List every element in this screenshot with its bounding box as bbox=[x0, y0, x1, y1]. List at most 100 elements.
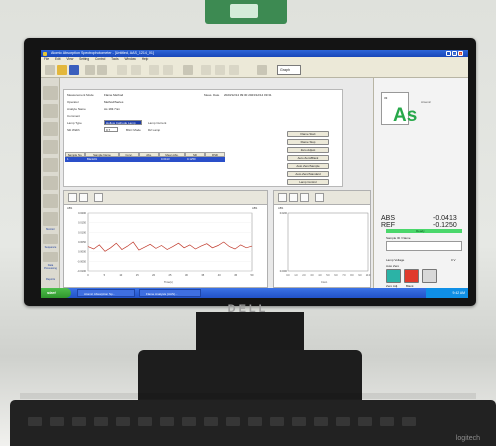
sidebar-button-parameters[interactable] bbox=[43, 86, 58, 100]
auto-zero-standard-button[interactable]: Auto Zero/Standard bbox=[287, 171, 329, 177]
blank-icon[interactable] bbox=[422, 269, 437, 283]
keyboard-key bbox=[50, 417, 64, 426]
x-tick-label: 50 bbox=[251, 273, 254, 277]
window-title: Atomic Absorption Spectrophotometer - [U… bbox=[51, 51, 154, 55]
x-tick-label: 5 bbox=[104, 273, 106, 277]
zoom-icon[interactable] bbox=[278, 193, 287, 202]
sidebar-button-samples[interactable] bbox=[43, 176, 58, 190]
menu-view[interactable]: View bbox=[66, 57, 73, 61]
y-tick-label: -0.0100 bbox=[77, 269, 86, 273]
menu-control[interactable]: Control bbox=[95, 57, 105, 61]
clock: 9:42 AM bbox=[452, 291, 465, 295]
table-cell[interactable] bbox=[119, 157, 159, 162]
print-icon[interactable] bbox=[85, 65, 95, 75]
x-tick-label: 4.0 bbox=[318, 275, 322, 277]
paste-icon[interactable] bbox=[131, 65, 141, 75]
x-tick-label: 20 bbox=[152, 273, 155, 277]
sidebar-button-flame[interactable] bbox=[43, 140, 58, 154]
print-preview-icon[interactable] bbox=[97, 65, 107, 75]
keyboard-key bbox=[72, 417, 86, 426]
keyboard-key bbox=[94, 417, 108, 426]
menu-tools[interactable]: Tools bbox=[111, 57, 118, 61]
x-tick-label: 5.0 bbox=[326, 275, 330, 277]
pan-icon[interactable] bbox=[79, 193, 88, 202]
y-tick-label: 0.0050 bbox=[78, 240, 86, 244]
save-icon[interactable] bbox=[69, 65, 79, 75]
monitor-icon[interactable] bbox=[257, 65, 267, 75]
new-file-icon[interactable] bbox=[45, 65, 55, 75]
lamp-type-input[interactable]: Hollow Cathode Lamp bbox=[104, 120, 142, 125]
sidebar-button-lamp[interactable] bbox=[43, 122, 58, 136]
sidebar-button-instrument[interactable] bbox=[43, 104, 58, 118]
flame-start-button[interactable]: Flame Start bbox=[287, 131, 329, 137]
menu-edit[interactable]: Edit bbox=[55, 57, 61, 61]
table-cell[interactable]: 0.1250 bbox=[185, 157, 225, 162]
y-tick-label: 0.0000 bbox=[78, 250, 86, 254]
auto-zero-sample-button[interactable]: Auto Zero/Sample bbox=[287, 163, 329, 169]
sidebar-button-results[interactable] bbox=[43, 194, 58, 208]
zero-adjust-button[interactable]: Zero Adjust bbox=[287, 147, 329, 153]
open-folder-icon[interactable] bbox=[57, 65, 67, 75]
auto-zero-label: Auto Zero bbox=[386, 264, 400, 268]
sidebar-item-sequence[interactable]: Sequence bbox=[42, 246, 59, 249]
zoom-icon[interactable] bbox=[68, 193, 77, 202]
keyboard-key bbox=[270, 417, 284, 426]
status-text: Ready bbox=[416, 229, 425, 233]
monitor-icon[interactable] bbox=[43, 234, 58, 244]
print-icon[interactable] bbox=[94, 193, 103, 202]
minimize-button[interactable]: _ bbox=[446, 51, 451, 56]
measure-icon[interactable] bbox=[183, 65, 193, 75]
plot-ylabel: ABS bbox=[67, 207, 73, 210]
flame-stop-button[interactable]: Flame Stop bbox=[287, 139, 329, 145]
redo-icon[interactable] bbox=[163, 65, 173, 75]
x-tick-label: 9.0 bbox=[358, 275, 362, 277]
slit-width-input[interactable]: 0.7 bbox=[104, 127, 118, 132]
y-tick-label: 0.0100 bbox=[78, 230, 86, 234]
fit-icon[interactable] bbox=[300, 193, 309, 202]
menu-setting[interactable]: Setting bbox=[79, 57, 89, 61]
x-tick-label: 0.0 bbox=[286, 275, 290, 277]
y-tick-label: -0.0050 bbox=[77, 259, 86, 263]
table-cell[interactable]: 1 bbox=[65, 157, 85, 162]
x-tick-label: 30 bbox=[185, 273, 188, 277]
taskbar-item[interactable]: Flame Analysis (AAS)... bbox=[139, 289, 201, 297]
sidebar-item-reports[interactable]: Reports bbox=[42, 278, 59, 281]
x-tick-label: 25 bbox=[169, 273, 172, 277]
auto-zero-blank-button[interactable]: Auto Zero/Blank bbox=[287, 155, 329, 161]
menu-window[interactable]: Window bbox=[124, 57, 135, 61]
sample-id-input[interactable] bbox=[386, 241, 462, 251]
element-symbol: As bbox=[393, 105, 418, 126]
keyboard-key bbox=[358, 417, 372, 426]
menu-file[interactable]: File bbox=[44, 57, 49, 61]
plot-xlabel: Time(s) bbox=[164, 281, 173, 284]
stop-icon[interactable] bbox=[404, 269, 419, 283]
param-value: Method/Series bbox=[104, 100, 124, 104]
view-select[interactable]: Graph bbox=[277, 65, 301, 75]
desk-shadow bbox=[20, 393, 476, 399]
table-cell[interactable]: Blank01 bbox=[85, 157, 119, 162]
navigation-sidebar: Monitor Sequence Data Processing Reports bbox=[41, 78, 60, 288]
app-icon bbox=[43, 51, 47, 56]
zero-adjust-icon[interactable] bbox=[386, 269, 401, 283]
copy-icon[interactable] bbox=[117, 65, 127, 75]
chart-bars-icon[interactable] bbox=[201, 65, 211, 75]
table-cell[interactable]: 0.0413 bbox=[159, 157, 185, 162]
start-button[interactable]: start bbox=[41, 288, 71, 298]
calibration-icon[interactable] bbox=[229, 65, 239, 75]
lamp-control-button[interactable]: Lamp Control bbox=[287, 179, 329, 185]
sidebar-button-qc[interactable] bbox=[43, 212, 58, 226]
plot-area bbox=[287, 212, 369, 272]
taskbar-item[interactable]: Atomic Absorption Sp... bbox=[77, 289, 135, 297]
undo-icon[interactable] bbox=[149, 65, 159, 75]
x-tick-label: 15 bbox=[136, 273, 139, 277]
sequence-icon[interactable] bbox=[43, 252, 58, 262]
sidebar-button-calibration[interactable] bbox=[43, 158, 58, 172]
menu-help[interactable]: Help bbox=[142, 57, 149, 61]
pan-icon[interactable] bbox=[289, 193, 298, 202]
sidebar-item-data-processing[interactable]: Data Processing bbox=[42, 264, 59, 270]
sidebar-item-monitor[interactable]: Monitor bbox=[42, 228, 59, 231]
maximize-button[interactable]: □ bbox=[452, 51, 457, 56]
table-icon[interactable] bbox=[215, 65, 225, 75]
print-icon[interactable] bbox=[315, 193, 324, 202]
close-button[interactable]: × bbox=[458, 51, 463, 56]
